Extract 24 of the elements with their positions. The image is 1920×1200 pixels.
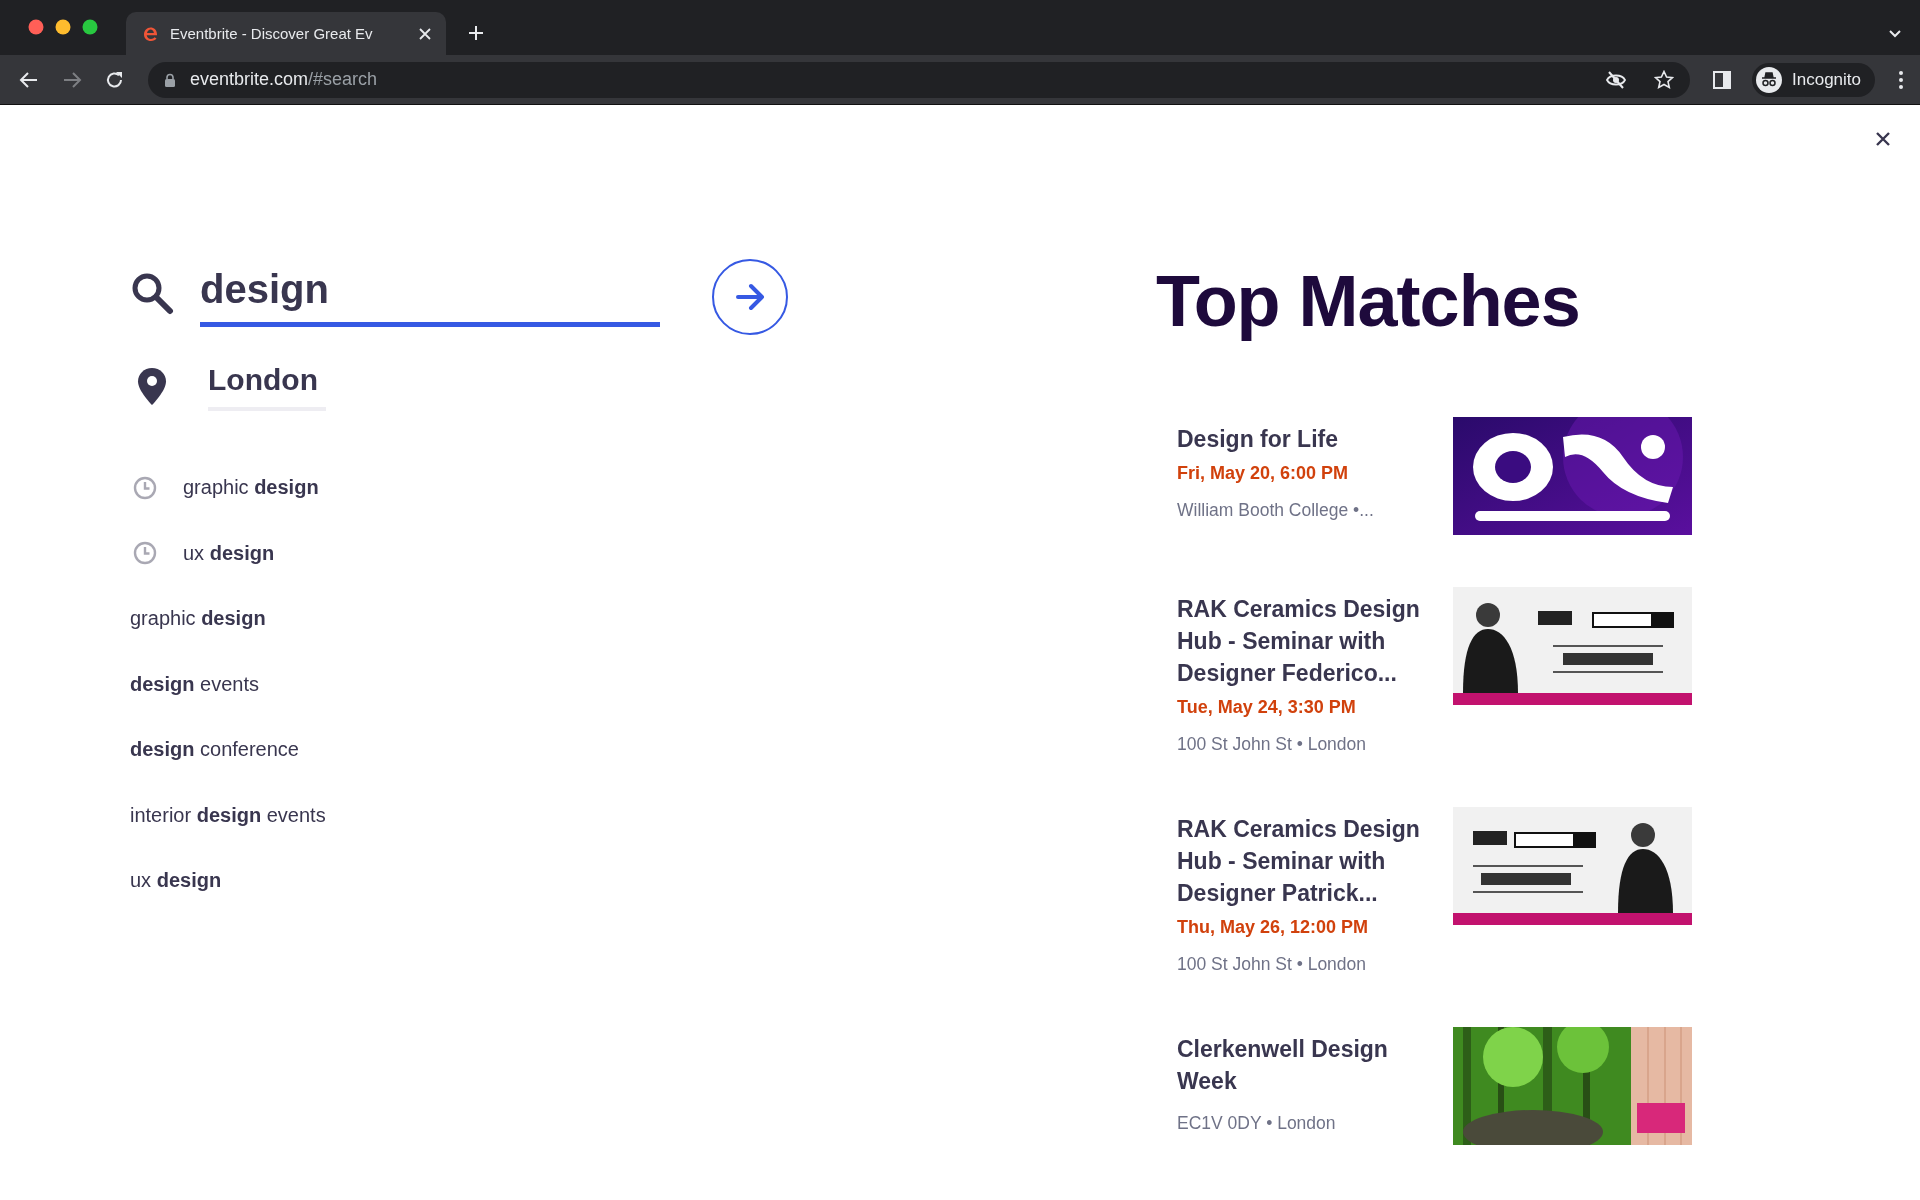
event-venue: 100 St John St • London [1177, 954, 1368, 975]
tab-title: Eventbrite - Discover Great Ev [170, 25, 374, 42]
profile-button[interactable]: Incognito [1752, 62, 1875, 97]
event-venue: 100 St John St • London [1177, 734, 1368, 755]
event-title[interactable]: RAK Ceramics Design Hub - Seminar with Designer Federico... [1177, 593, 1453, 689]
browser-tab[interactable]: Eventbrite - Discover Great Ev [126, 12, 446, 55]
event-title[interactable]: Clerkenwell Design Week [1177, 1033, 1453, 1097]
suggestion-item[interactable]: interior design events [130, 782, 1156, 848]
event-title[interactable]: Design for Life [1177, 423, 1453, 455]
suggestion-item[interactable]: design conference [130, 717, 1156, 783]
address-bar[interactable]: eventbrite.com/#search [148, 61, 1690, 98]
suggestion-item[interactable]: graphic design [130, 586, 1156, 652]
event-venue: William Booth College •... [1177, 500, 1375, 521]
event-date: Fri, May 20, 6:00 PM [1177, 463, 1350, 484]
suggestion-item[interactable]: ux design [130, 520, 1156, 586]
suggestion-item[interactable]: design events [130, 651, 1156, 717]
url-text: eventbrite.com/#search [190, 69, 378, 90]
suggestion-item[interactable]: ux design [130, 848, 1156, 914]
suggestion-item[interactable]: graphic design [130, 455, 1156, 521]
event-venue: EC1V 0DY • London [1177, 1113, 1337, 1134]
event-date: Tue, May 24, 3:30 PM [1177, 697, 1357, 718]
search-field[interactable]: design [200, 267, 660, 327]
event-date: Thu, May 26, 12:00 PM [1177, 917, 1370, 938]
event-title[interactable]: RAK Ceramics Design Hub - Seminar with Designer Patrick... [1177, 813, 1453, 909]
